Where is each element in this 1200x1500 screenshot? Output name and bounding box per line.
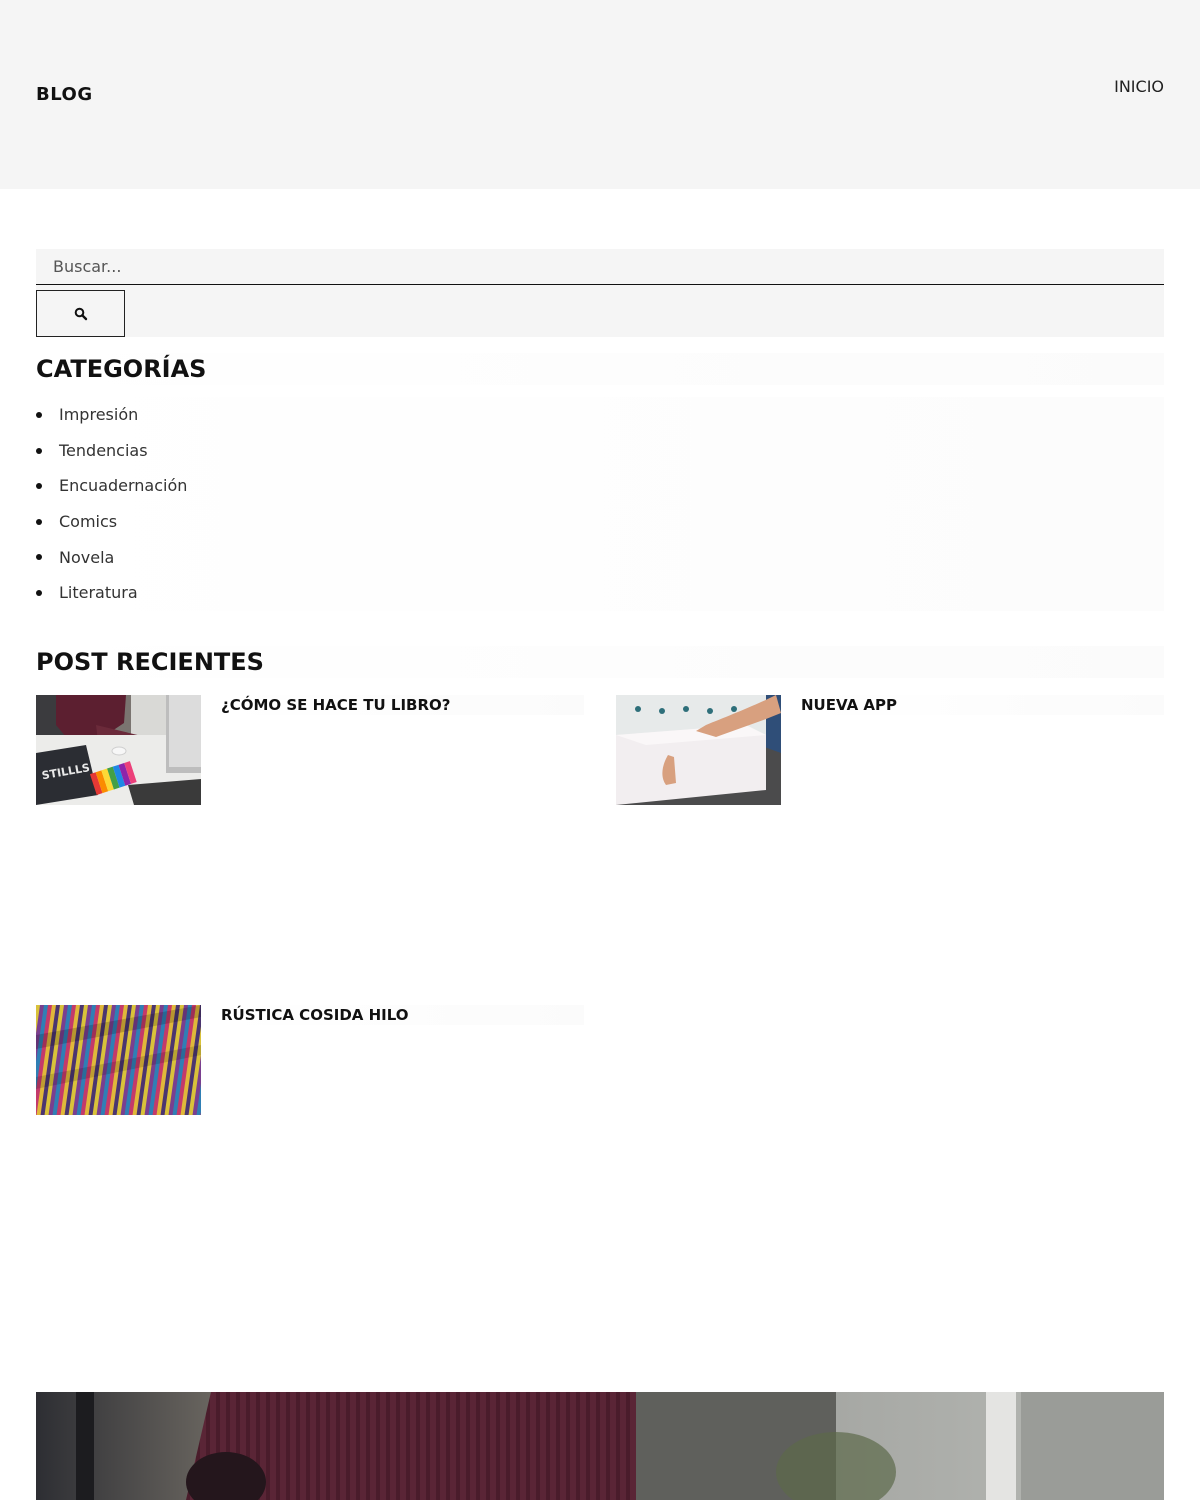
hero-image (36, 1392, 1164, 1500)
recent-post: NUEVA APP (616, 695, 1164, 805)
list-item: Tendencias (36, 432, 1164, 469)
post-title-nueva-app[interactable]: NUEVA APP (801, 695, 1164, 715)
nav-link-inicio[interactable]: INICIO (1114, 77, 1164, 96)
colorful-thread-spines-image (36, 1005, 201, 1115)
category-link-tendencias[interactable]: Tendencias (59, 441, 148, 460)
bullet-icon (36, 447, 42, 454)
list-item: Novela (36, 539, 1164, 575)
list-item: Encuadernación (36, 468, 1164, 504)
category-list: Impresión Tendencias Encuadernación Comi… (36, 397, 1164, 611)
post-thumbnail-designer[interactable]: STILLLS (36, 695, 201, 805)
bullet-icon (36, 554, 42, 561)
recent-post: RÚSTICA COSIDA HILO (36, 1005, 584, 1115)
search-form (36, 249, 1164, 337)
post-thumbnail-paper-stack[interactable] (616, 695, 781, 805)
category-link-impresion[interactable]: Impresión (59, 405, 138, 424)
paper-stack-cutter-image (616, 695, 781, 805)
search-input[interactable] (36, 249, 1164, 285)
post-title-rustica-cosida-hilo[interactable]: RÚSTICA COSIDA HILO (221, 1005, 584, 1025)
recent-posts-heading: POST RECIENTES (36, 646, 1164, 678)
category-link-encuadernacion[interactable]: Encuadernación (59, 476, 187, 495)
category-link-comics[interactable]: Comics (59, 512, 117, 531)
bullet-icon (36, 518, 42, 525)
search-button[interactable] (36, 290, 125, 337)
category-link-novela[interactable]: Novela (59, 548, 114, 567)
categories-heading: CATEGORÍAS (36, 353, 1164, 385)
designer-sweater-hero-image (36, 1392, 1164, 1500)
site-brand-link[interactable]: BLOG (36, 84, 93, 105)
list-item: Impresión (36, 397, 1164, 433)
recent-post: STILLLS ¿CÓMO SE HACE TU LIBRO? (36, 695, 584, 805)
site-header: BLOG INICIO (0, 0, 1200, 189)
list-item: Comics (36, 503, 1164, 540)
bullet-icon (36, 412, 42, 418)
designer-at-computer-image: STILLLS (36, 695, 201, 805)
post-thumbnail-thread-spines[interactable] (36, 1005, 201, 1115)
post-title-como-se-hace[interactable]: ¿CÓMO SE HACE TU LIBRO? (221, 695, 584, 715)
bullet-icon (36, 589, 42, 596)
list-item: Literatura (36, 574, 1164, 611)
bullet-icon (36, 483, 42, 490)
search-icon (74, 307, 87, 320)
category-link-literatura[interactable]: Literatura (59, 583, 138, 602)
